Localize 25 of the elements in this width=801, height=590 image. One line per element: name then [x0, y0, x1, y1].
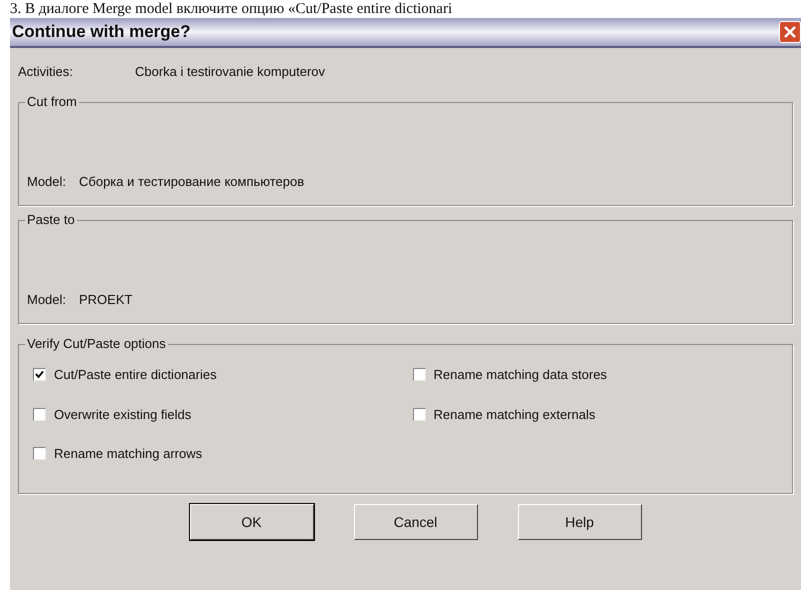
close-button[interactable]: [779, 21, 801, 43]
activities-label: Activities:: [18, 63, 74, 82]
checkbox-label: Rename matching data stores: [434, 366, 607, 384]
model-label: Model:: [27, 172, 68, 190]
caption: 3. В диалоге Merge model включите опцию «Cut/Paste entire dictionari: [9, 0, 454, 18]
close-icon: [783, 25, 797, 39]
checkbox-label: Rename matching externals: [434, 406, 596, 424]
checkbox-label: Overwrite existing fields: [54, 406, 192, 424]
dialog-button[interactable]: OK: [190, 504, 314, 540]
window-title: Continue with merge?: [11, 21, 190, 44]
activities-value: Cborka i testirovanie komputerov: [135, 63, 326, 82]
checkbox[interactable]: [412, 368, 426, 382]
group-title: Verify Cut/Paste options: [25, 336, 168, 352]
check-icon: [35, 370, 44, 380]
model-label: Model:: [27, 290, 68, 308]
dialog-button[interactable]: Cancel: [354, 504, 478, 540]
checkbox-label: Cut/Paste entire dictionaries: [54, 366, 217, 384]
model-value: Сборка и тестирование компьютеров: [79, 172, 304, 191]
checkbox[interactable]: [33, 368, 46, 382]
checkbox[interactable]: [33, 408, 46, 421]
model-value: PROEKT: [79, 290, 132, 308]
checkbox[interactable]: [33, 447, 46, 460]
dialog-button[interactable]: Help: [518, 504, 642, 540]
checkbox-label: Rename matching arrows: [54, 445, 202, 463]
checkbox[interactable]: [412, 408, 426, 421]
